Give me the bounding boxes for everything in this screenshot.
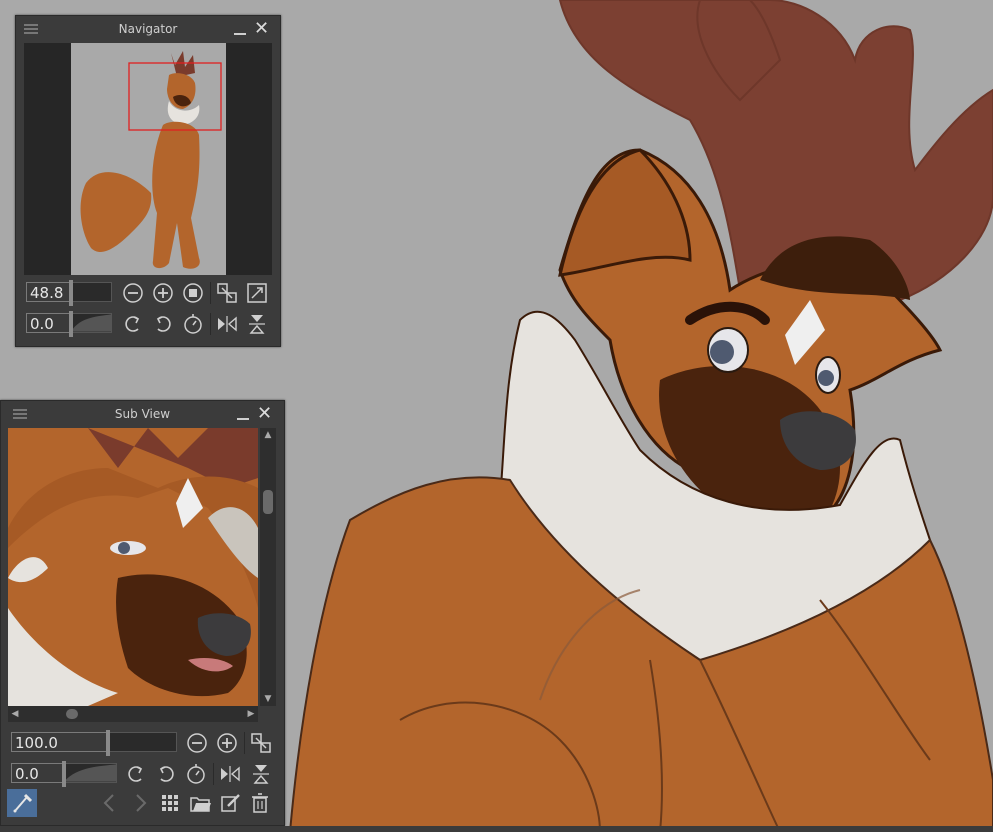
flip-horizontal-icon[interactable] (219, 763, 241, 785)
zoom-in-icon[interactable] (216, 732, 238, 754)
open-folder-icon[interactable] (189, 792, 211, 814)
zoom-out-icon[interactable] (122, 282, 144, 304)
scrollbar-thumb[interactable] (66, 709, 78, 719)
delete-icon[interactable] (249, 792, 271, 814)
zoom-in-icon[interactable] (152, 282, 174, 304)
navigator-rotation-slider[interactable] (69, 311, 112, 337)
close-icon[interactable]: ✕ (254, 20, 269, 38)
slider-thumb[interactable] (62, 761, 66, 787)
slider-thumb[interactable] (106, 730, 110, 756)
minimize-icon[interactable] (234, 33, 246, 35)
scrollbar-thumb[interactable] (263, 490, 273, 514)
navigator-preview[interactable] (24, 43, 272, 275)
fit-canvas-icon[interactable] (246, 282, 268, 304)
subview-vertical-scrollbar[interactable]: ▲ ▼ (260, 428, 276, 706)
subview-title: Sub View (114, 407, 171, 421)
subview-panel: Sub View ✕ ▲ ▼ ◀ ▶ 100.0 0.0 (0, 400, 285, 826)
rotate-left-icon[interactable] (125, 763, 147, 785)
subview-rotation-input[interactable]: 0.0 (11, 763, 63, 783)
navigator-zoom-slider[interactable] (69, 280, 112, 306)
fit-to-window-icon[interactable] (250, 732, 272, 754)
subview-image[interactable] (8, 428, 258, 706)
scroll-right-arrow-icon[interactable]: ▶ (244, 706, 258, 722)
flip-vertical-icon[interactable] (246, 313, 268, 335)
scroll-left-arrow-icon[interactable]: ◀ (8, 706, 22, 722)
slider-thumb[interactable] (69, 280, 73, 306)
rotate-left-icon[interactable] (122, 313, 144, 335)
edit-image-icon[interactable] (219, 792, 241, 814)
flip-vertical-icon[interactable] (250, 763, 272, 785)
previous-image-icon[interactable] (99, 792, 121, 814)
subview-rotation-slider[interactable] (62, 761, 117, 787)
eyedropper-icon (13, 793, 33, 813)
actual-size-icon[interactable] (182, 282, 204, 304)
navigator-rotation-input[interactable]: 0.0 (26, 313, 70, 333)
close-icon[interactable]: ✕ (257, 405, 272, 423)
bottom-status-strip (0, 826, 993, 832)
zoom-out-icon[interactable] (186, 732, 208, 754)
navigator-thumbnail (71, 43, 226, 275)
reset-rotation-icon[interactable] (182, 313, 204, 335)
fit-to-window-icon[interactable] (216, 282, 238, 304)
next-image-icon[interactable] (129, 792, 151, 814)
panel-menu-icon[interactable] (13, 409, 27, 419)
rotate-right-icon[interactable] (155, 763, 177, 785)
subview-titlebar[interactable]: Sub View ✕ (1, 401, 284, 427)
subview-horizontal-scrollbar[interactable]: ◀ ▶ (8, 706, 258, 722)
flip-horizontal-icon[interactable] (216, 313, 238, 335)
rotate-right-icon[interactable] (152, 313, 174, 335)
image-grid-icon[interactable] (159, 792, 181, 814)
subview-zoom-input[interactable]: 100.0 (11, 732, 107, 752)
navigator-panel: Navigator ✕ 48.8 0.0 (15, 15, 281, 347)
eyedropper-button[interactable] (7, 789, 37, 817)
subview-zoom-slider[interactable] (106, 730, 177, 756)
minimize-icon[interactable] (237, 418, 249, 420)
slider-thumb[interactable] (69, 311, 73, 337)
scroll-up-arrow-icon[interactable]: ▲ (260, 428, 276, 442)
reset-rotation-icon[interactable] (185, 763, 207, 785)
navigator-zoom-input[interactable]: 48.8 (26, 282, 70, 302)
navigator-title: Navigator (118, 22, 178, 36)
scroll-down-arrow-icon[interactable]: ▼ (260, 692, 276, 706)
panel-menu-icon[interactable] (24, 24, 38, 34)
navigator-titlebar[interactable]: Navigator ✕ (16, 16, 280, 42)
